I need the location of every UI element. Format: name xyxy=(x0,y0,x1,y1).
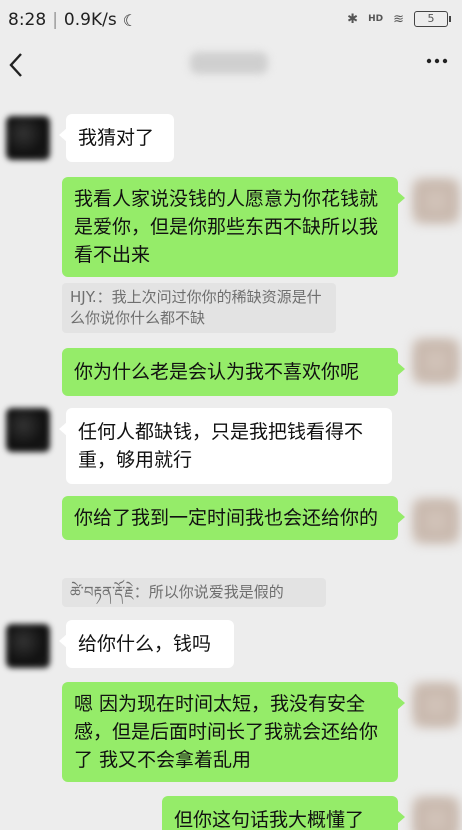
nav-bar xyxy=(0,40,462,88)
avatar[interactable] xyxy=(6,408,50,452)
status-right: ✱ HD ≋ 5 xyxy=(347,11,451,27)
avatar[interactable] xyxy=(412,796,460,830)
message-bubble-received[interactable]: 给你什么，钱吗 xyxy=(59,620,234,668)
more-icon[interactable] xyxy=(424,48,450,80)
message-text: 任何人都缺钱，只是我把钱看得不重，够用就行 xyxy=(78,421,364,471)
chat-title-blurred xyxy=(190,52,268,74)
message-bubble-sent[interactable]: 我看人家说没钱的人愿意为你花钱就是爱你，但是你那些东西不缺所以我看不出来 xyxy=(62,177,405,277)
message-bubble-sent[interactable]: 但你这句话我大概懂了 xyxy=(162,796,405,830)
message-text: 你为什么老是会认为我不喜欢你呢 xyxy=(74,361,360,383)
quote-text: HJY.：我上次问过你你的稀缺资源是什么你说你什么都不缺 xyxy=(70,288,322,327)
message-bubble-sent[interactable]: 嗯 因为现在时间太短，我没有安全感，但是后面时间长了我就会还给你了 我又不会拿着… xyxy=(62,682,405,782)
moon-icon: ☾ xyxy=(122,10,138,30)
quote-text: ཚེ་བརྟན་རྡོ་རྗེ：所以你说爱我是假的 xyxy=(70,583,284,601)
quoted-reply[interactable]: ཚེ་བརྟན་རྡོ་རྗེ：所以你说爱我是假的 xyxy=(62,578,326,607)
quoted-reply[interactable]: HJY.：我上次问过你你的稀缺资源是什么你说你什么都不缺 xyxy=(62,283,336,333)
message-text: 你给了我到一定时间我也会还给你的 xyxy=(74,507,379,529)
wifi-icon: ≋ xyxy=(393,11,404,27)
message-bubble-received[interactable]: 任何人都缺钱，只是我把钱看得不重，够用就行 xyxy=(59,408,392,484)
message-text: 但你这句话我大概懂了 xyxy=(174,809,365,830)
status-divider: | xyxy=(52,10,58,30)
avatar[interactable] xyxy=(412,682,460,728)
avatar[interactable] xyxy=(6,624,50,668)
bluetooth-icon: ✱ xyxy=(347,11,359,27)
message-text: 嗯 因为现在时间太短，我没有安全感，但是后面时间长了我就会还给你了 我又不会拿着… xyxy=(74,693,379,771)
status-bar: 8:28 | 0.9K/s ☾ ✱ HD ≋ 5 xyxy=(0,0,462,40)
avatar[interactable] xyxy=(6,116,50,160)
message-text: 我看人家说没钱的人愿意为你花钱就是爱你，但是你那些东西不缺所以我看不出来 xyxy=(74,188,379,266)
battery-icon: 5 xyxy=(414,11,451,27)
status-left: 8:28 | 0.9K/s ☾ xyxy=(8,10,137,30)
hd-signal-icon: HD xyxy=(368,14,384,24)
status-speed: 0.9K/s xyxy=(63,10,117,30)
message-text: 给你什么，钱吗 xyxy=(78,633,212,655)
avatar[interactable] xyxy=(412,178,460,224)
status-time: 8:28 xyxy=(8,10,47,30)
avatar[interactable] xyxy=(412,338,460,384)
message-bubble-received[interactable]: 我猜对了 xyxy=(59,114,174,162)
avatar[interactable] xyxy=(412,498,460,544)
message-bubble-sent[interactable]: 你为什么老是会认为我不喜欢你呢 xyxy=(62,348,405,396)
message-text: 我猜对了 xyxy=(78,127,155,149)
message-bubble-sent[interactable]: 你给了我到一定时间我也会还给你的 xyxy=(62,496,405,540)
back-arrow-icon[interactable] xyxy=(6,50,30,78)
